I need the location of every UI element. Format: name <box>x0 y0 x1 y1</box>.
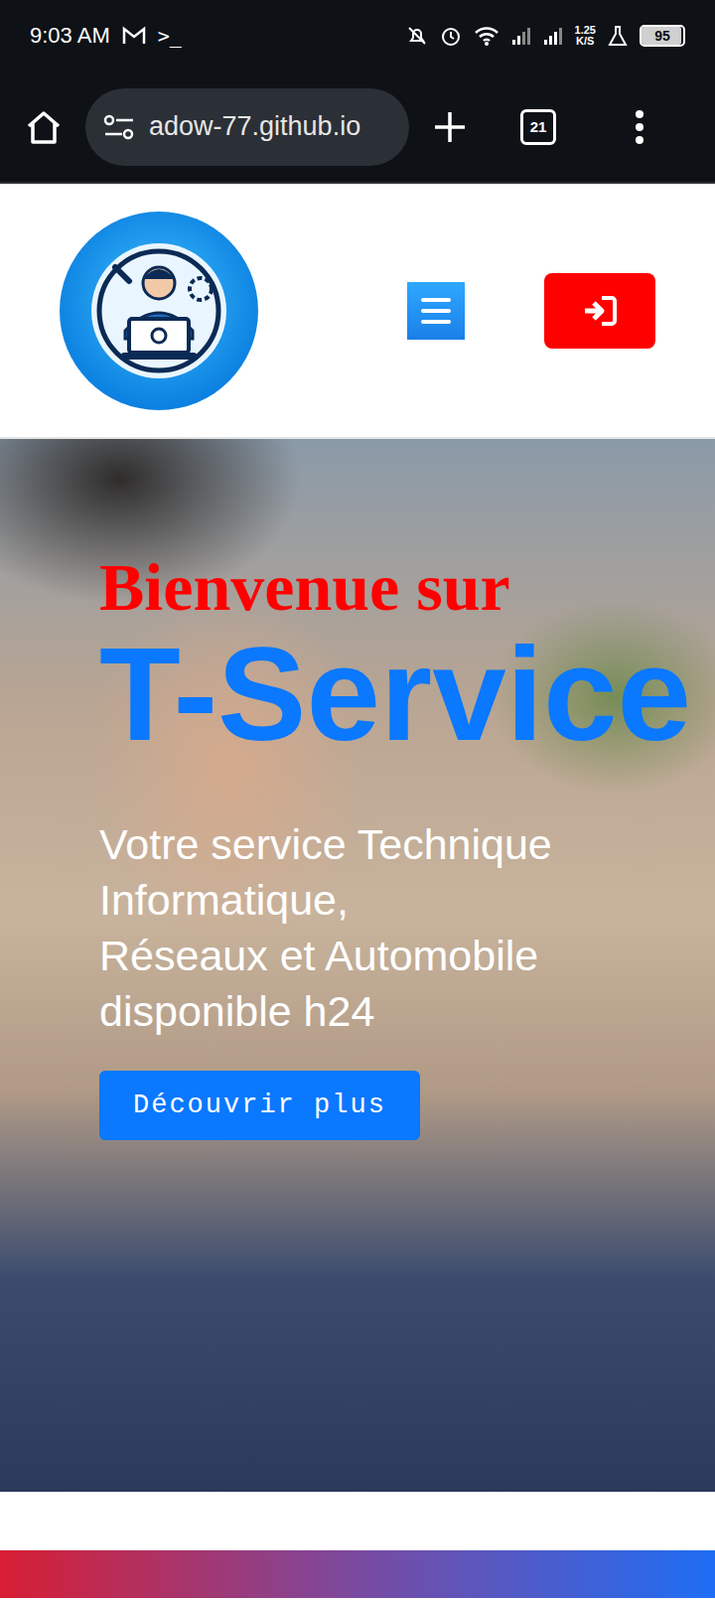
hero-photo: Bienvenue surT-Service Votre service Tech… <box>0 438 715 1492</box>
browser-bar: adow-77.github.io 21 <box>0 71 715 184</box>
logo-icon[interactable] <box>59 211 259 411</box>
battery: 95 <box>639 24 686 47</box>
status-right: 1.25K/S 95 <box>406 24 686 47</box>
tabs-button[interactable]: 21 <box>520 109 557 145</box>
login-button[interactable] <box>544 273 656 349</box>
menu-line <box>421 319 451 324</box>
tab-count[interactable]: 21 <box>520 109 557 145</box>
speed-value: 1.25 <box>574 24 596 36</box>
network-speed: 1.25K/S <box>574 24 596 47</box>
page-gap <box>0 1491 715 1551</box>
login-icon[interactable] <box>581 294 618 327</box>
hero-subtitle: Votre service TechniqueInformatique,Rése… <box>99 816 553 1039</box>
terminal-notification: >_ <box>157 23 182 48</box>
status-bar: 9:03 AM >_ 1.25K/S 95 <box>0 0 715 72</box>
hero-greeting: Bienvenue sur <box>99 550 511 625</box>
battery-text: 95 <box>641 26 684 45</box>
bell-off-icon <box>406 24 429 47</box>
url-text[interactable]: adow-77.github.io <box>148 111 361 143</box>
address-bar[interactable]: adow-77.github.io <box>85 88 410 166</box>
subtitle-line: Réseaux et Automobile <box>99 927 553 984</box>
hero-title: T-Service <box>99 620 692 767</box>
signal-icon <box>543 25 564 46</box>
signal-icon <box>511 25 532 46</box>
discover-button[interactable]: Découvrir plus <box>99 1070 421 1141</box>
speed-unit: K/S <box>575 35 594 47</box>
flask-icon <box>607 24 628 47</box>
subtitle-line: Votre service Technique <box>99 816 553 872</box>
menu-button[interactable] <box>407 282 465 340</box>
subtitle-line: Informatique, <box>99 871 553 928</box>
new-tab-icon[interactable] <box>430 108 469 146</box>
subtitle-line: disponible h24 <box>99 983 553 1039</box>
menu-line <box>421 297 451 302</box>
more-menu-icon[interactable] <box>629 107 650 147</box>
status-left: 9:03 AM >_ <box>29 22 182 49</box>
site-header <box>0 183 715 439</box>
site-settings-icon[interactable] <box>103 113 136 142</box>
gmail-icon <box>122 25 146 46</box>
home-icon[interactable] <box>23 107 64 147</box>
wifi-icon <box>473 24 500 47</box>
menu-line <box>421 308 451 313</box>
gradient-bar <box>0 1550 715 1598</box>
alarm-icon <box>439 24 462 47</box>
clock: 9:03 AM <box>29 22 111 49</box>
